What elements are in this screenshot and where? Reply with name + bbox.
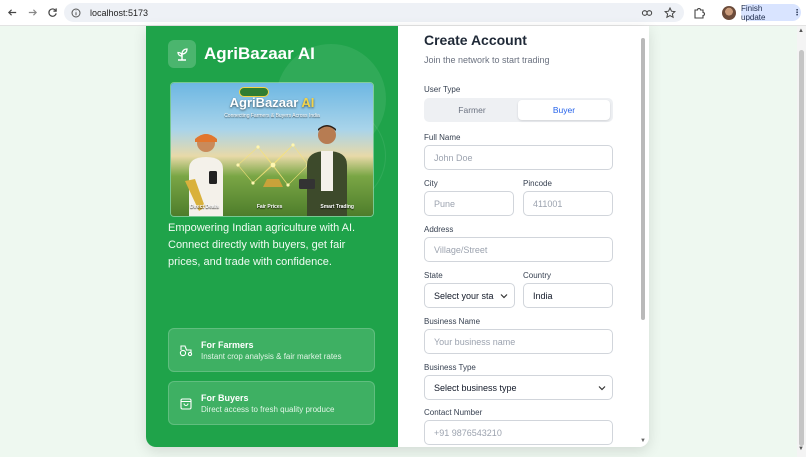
state-label: State [424, 271, 443, 280]
brand-panel: AgriBazaar AI AgriBazaar AI Connecting F… [146, 26, 398, 447]
tractor-icon [179, 345, 193, 357]
signup-card: AgriBazaar AI AgriBazaar AI Connecting F… [146, 26, 649, 447]
finish-update-label: Finish update [741, 3, 766, 22]
back-button[interactable] [2, 3, 22, 23]
reload-button[interactable] [42, 3, 62, 23]
business-name-label: Business Name [424, 317, 481, 326]
page-scrollbar-thumb[interactable] [799, 50, 804, 446]
city-input[interactable]: Pune [424, 191, 514, 216]
brand-header: AgriBazaar AI [168, 40, 315, 68]
user-type-buyer-option[interactable]: Buyer [518, 100, 610, 120]
hero-label-smart-trading: Smart Trading [320, 204, 354, 210]
pincode-label: Pincode [523, 179, 552, 188]
form-scrollbar[interactable]: ▼ [640, 34, 646, 446]
site-info-icon[interactable] [70, 7, 82, 19]
hero-title-main: AgriBazaar [229, 95, 299, 110]
feature-desc: Direct access to fresh quality produce [201, 404, 335, 414]
chevron-down-icon [598, 386, 606, 391]
state-select-value: Select your sta [434, 290, 494, 301]
feature-desc: Instant crop analysis & fair market rate… [201, 351, 342, 361]
feature-card-buyers: For Buyers Direct access to fresh qualit… [168, 381, 375, 425]
chevron-down-icon [500, 294, 508, 299]
full-name-label: Full Name [424, 133, 461, 142]
hero-label-direct-deals: Direct Deals [189, 204, 219, 210]
hero-subtitle: Connecting Farmers & Buyers Across India [224, 113, 320, 119]
country-label: Country [523, 271, 552, 280]
user-type-toggle: Farmer Buyer [424, 98, 613, 122]
hero-image: AgriBazaar AI Connecting Farmers & Buyer… [170, 82, 374, 217]
more-vertical-icon: ⋮ [793, 8, 801, 17]
scroll-down-arrow-icon[interactable]: ▼ [798, 446, 804, 452]
form-title: Create Account [424, 32, 527, 48]
profile-avatar[interactable] [722, 6, 736, 20]
hero-label-fair-prices: Fair Prices [256, 204, 283, 210]
buyer-figure-icon [299, 125, 347, 216]
city-label: City [424, 179, 438, 188]
scroll-up-arrow-icon[interactable]: ▲ [798, 28, 804, 34]
password-key-icon[interactable] [641, 6, 654, 24]
signup-form: Create Account Join the network to start… [398, 26, 649, 447]
address-bar[interactable]: localhost:5173 [64, 3, 684, 22]
country-input[interactable]: India [523, 283, 613, 308]
hero-title: AgriBazaar AI [171, 95, 373, 110]
sprout-logo-icon [168, 40, 196, 68]
form-subtitle: Join the network to start trading [424, 55, 550, 65]
shopping-bag-icon [180, 398, 192, 410]
brand-name: AgriBazaar AI [204, 44, 315, 63]
page-scrollbar[interactable]: ▲ ▼ [797, 26, 806, 457]
user-type-farmer-option[interactable]: Farmer [426, 100, 518, 120]
feature-title: For Farmers [201, 339, 254, 350]
extensions-puzzle-icon[interactable] [692, 6, 706, 20]
business-type-select[interactable]: Select business type [424, 375, 613, 400]
reload-icon [47, 8, 57, 17]
contact-number-input[interactable]: +91 9876543210 [424, 420, 613, 445]
finish-update-button[interactable]: Finish update ⋮ [741, 3, 801, 22]
business-name-input[interactable]: Your business name [424, 329, 613, 354]
full-name-input[interactable]: John Doe [424, 145, 613, 170]
address-input[interactable]: Village/Street [424, 237, 613, 262]
form-scrollbar-thumb[interactable] [641, 38, 645, 320]
tagline: Empowering Indian agriculture with AI. C… [168, 222, 356, 268]
arrow-left-icon [7, 9, 16, 16]
address-label: Address [424, 225, 454, 234]
scroll-down-arrow-icon[interactable]: ▼ [640, 438, 646, 444]
pincode-input[interactable]: 411001 [523, 191, 613, 216]
state-select[interactable]: Select your sta [424, 283, 515, 308]
bookmark-star-icon[interactable] [663, 6, 677, 24]
feature-card-farmers: For Farmers Instant crop analysis & fair… [168, 328, 375, 372]
business-type-label: Business Type [424, 363, 476, 372]
forward-button[interactable] [22, 3, 42, 23]
url-text: localhost:5173 [90, 7, 149, 18]
hero-labels: Direct Deals Fair Prices Smart Trading [171, 204, 373, 210]
feature-title: For Buyers [201, 392, 249, 403]
contact-number-label: Contact Number [424, 408, 483, 417]
browser-toolbar: localhost:5173 Finish update ⋮ [0, 0, 806, 26]
arrow-right-icon [28, 9, 37, 16]
business-type-select-value: Select business type [434, 382, 517, 393]
hero-title-ai: AI [301, 95, 315, 110]
user-type-label: User Type [424, 85, 461, 94]
